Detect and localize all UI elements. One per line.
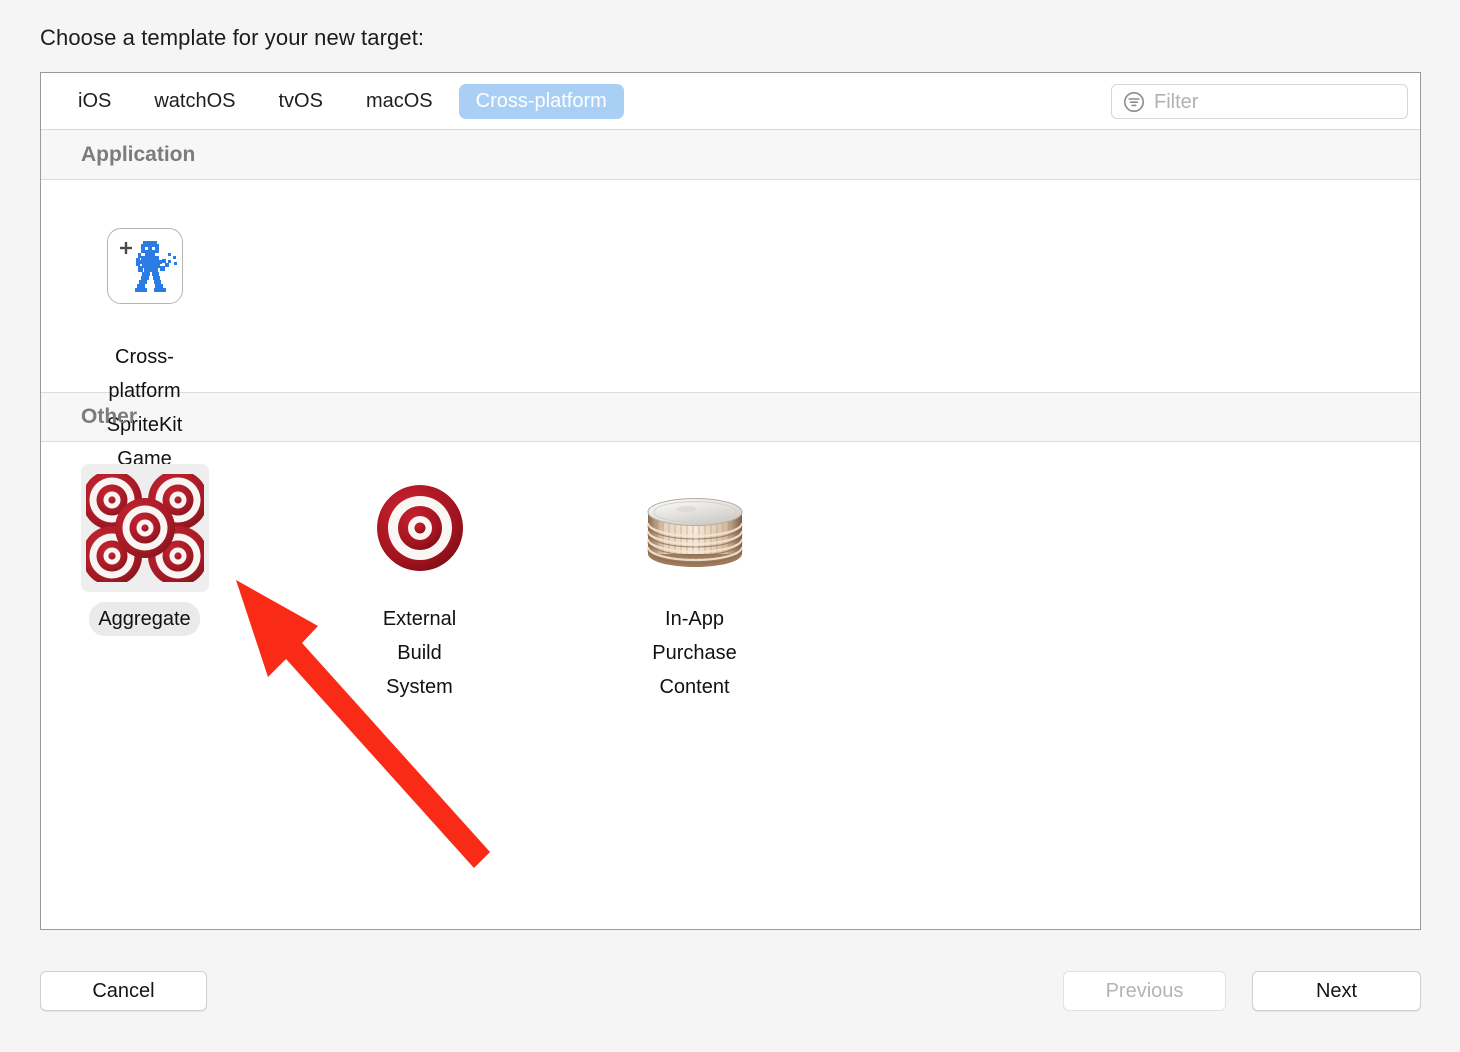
aggregate-targets-icon [85, 474, 204, 582]
target-icon [376, 485, 463, 571]
tab-cross-platform[interactable]: Cross-platform [458, 83, 624, 119]
filter-placeholder: Filter [1154, 90, 1199, 113]
template-label: External Build System [382, 608, 457, 698]
template-grid-other: Aggregate External Build System In-App P… [41, 442, 1420, 704]
template-item-cross-platform-spritekit-game[interactable]: Cross-platform SpriteKit Game [75, 202, 214, 476]
cancel-button[interactable]: Cancel [40, 971, 207, 1011]
dialog-root: Choose a template for your new target: i… [0, 0, 1460, 1052]
template-iconbox [81, 202, 209, 330]
tab-ios[interactable]: iOS [61, 84, 128, 119]
section-header-application: Application [41, 130, 1420, 180]
page-title: Choose a template for your new target: [40, 25, 425, 50]
previous-button[interactable]: Previous [1063, 971, 1226, 1011]
template-iconbox [356, 464, 484, 592]
section-header-other: Other [41, 392, 1420, 442]
tab-tvos[interactable]: tvOS [262, 84, 340, 119]
template-iconbox [80, 464, 209, 592]
platform-tabbar: iOS watchOS tvOS macOS Cross-platform Fi… [41, 73, 1420, 130]
next-button[interactable]: Next [1252, 971, 1421, 1011]
template-item-aggregate[interactable]: Aggregate [75, 464, 214, 704]
tab-watchos[interactable]: watchOS [137, 84, 252, 119]
template-item-in-app-purchase-content[interactable]: In-App Purchase Content [625, 464, 764, 704]
template-iconbox [631, 464, 759, 592]
template-chooser-panel: iOS watchOS tvOS macOS Cross-platform Fi… [40, 72, 1421, 930]
spritekit-robot-icon [106, 228, 183, 304]
template-label: In-App Purchase Content [652, 608, 737, 698]
filter-icon [1124, 91, 1144, 112]
template-label: Aggregate [89, 602, 200, 636]
coin-stack-icon [646, 498, 743, 567]
filter-field[interactable]: Filter [1111, 84, 1408, 119]
template-grid-application: Cross-platform SpriteKit Game [41, 180, 1420, 470]
template-item-external-build-system[interactable]: External Build System [350, 464, 489, 704]
tab-macos[interactable]: macOS [349, 84, 450, 119]
